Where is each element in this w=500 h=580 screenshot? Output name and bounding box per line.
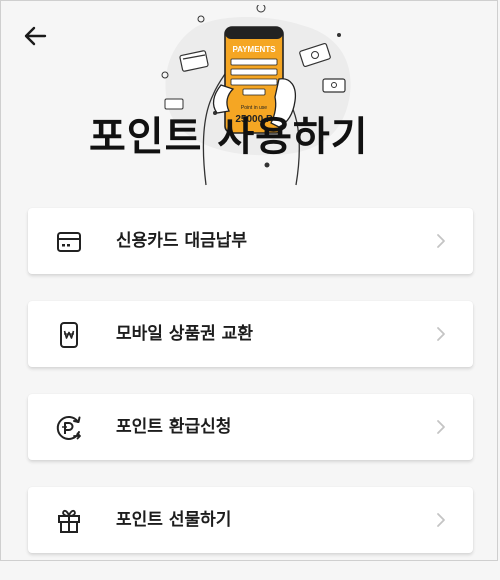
menu-item-label: 포인트 환급신청	[116, 417, 232, 437]
mobile-voucher-icon	[54, 321, 84, 349]
coin-icon	[256, 5, 266, 13]
point-refund-icon	[54, 414, 84, 442]
credit-card-icon	[54, 228, 84, 256]
back-button[interactable]	[17, 19, 53, 53]
app-screen: PAYMENTS Point in use 25000 P 포인트 사용하기 신…	[0, 0, 498, 561]
arrow-left-icon	[24, 26, 47, 46]
coin-icon	[337, 33, 341, 37]
menu-item-mobile-voucher-exchange[interactable]: 모바일 상품권 교환	[28, 301, 473, 367]
chevron-right-icon	[437, 234, 445, 248]
menu-item-point-gift[interactable]: 포인트 선물하기	[28, 487, 473, 553]
menu-list: 신용카드 대금납부 모바일 상품권 교환 포인트 환급신청 포인트 선물하기	[28, 208, 473, 580]
chevron-right-icon	[437, 513, 445, 527]
chevron-right-icon	[437, 420, 445, 434]
menu-item-label: 포인트 선물하기	[116, 510, 232, 530]
page-title: 포인트 사용하기	[89, 114, 369, 160]
menu-item-label: 신용카드 대금납부	[116, 231, 248, 251]
menu-item-label: 모바일 상품권 교환	[116, 324, 253, 344]
menu-item-credit-card-payment[interactable]: 신용카드 대금납부	[28, 208, 473, 274]
menu-item-point-refund[interactable]: 포인트 환급신청	[28, 394, 473, 460]
coin-icon	[197, 15, 205, 23]
gift-icon	[54, 507, 84, 535]
svg-text:PAYMENTS: PAYMENTS	[232, 45, 276, 54]
chevron-right-icon	[437, 327, 445, 341]
